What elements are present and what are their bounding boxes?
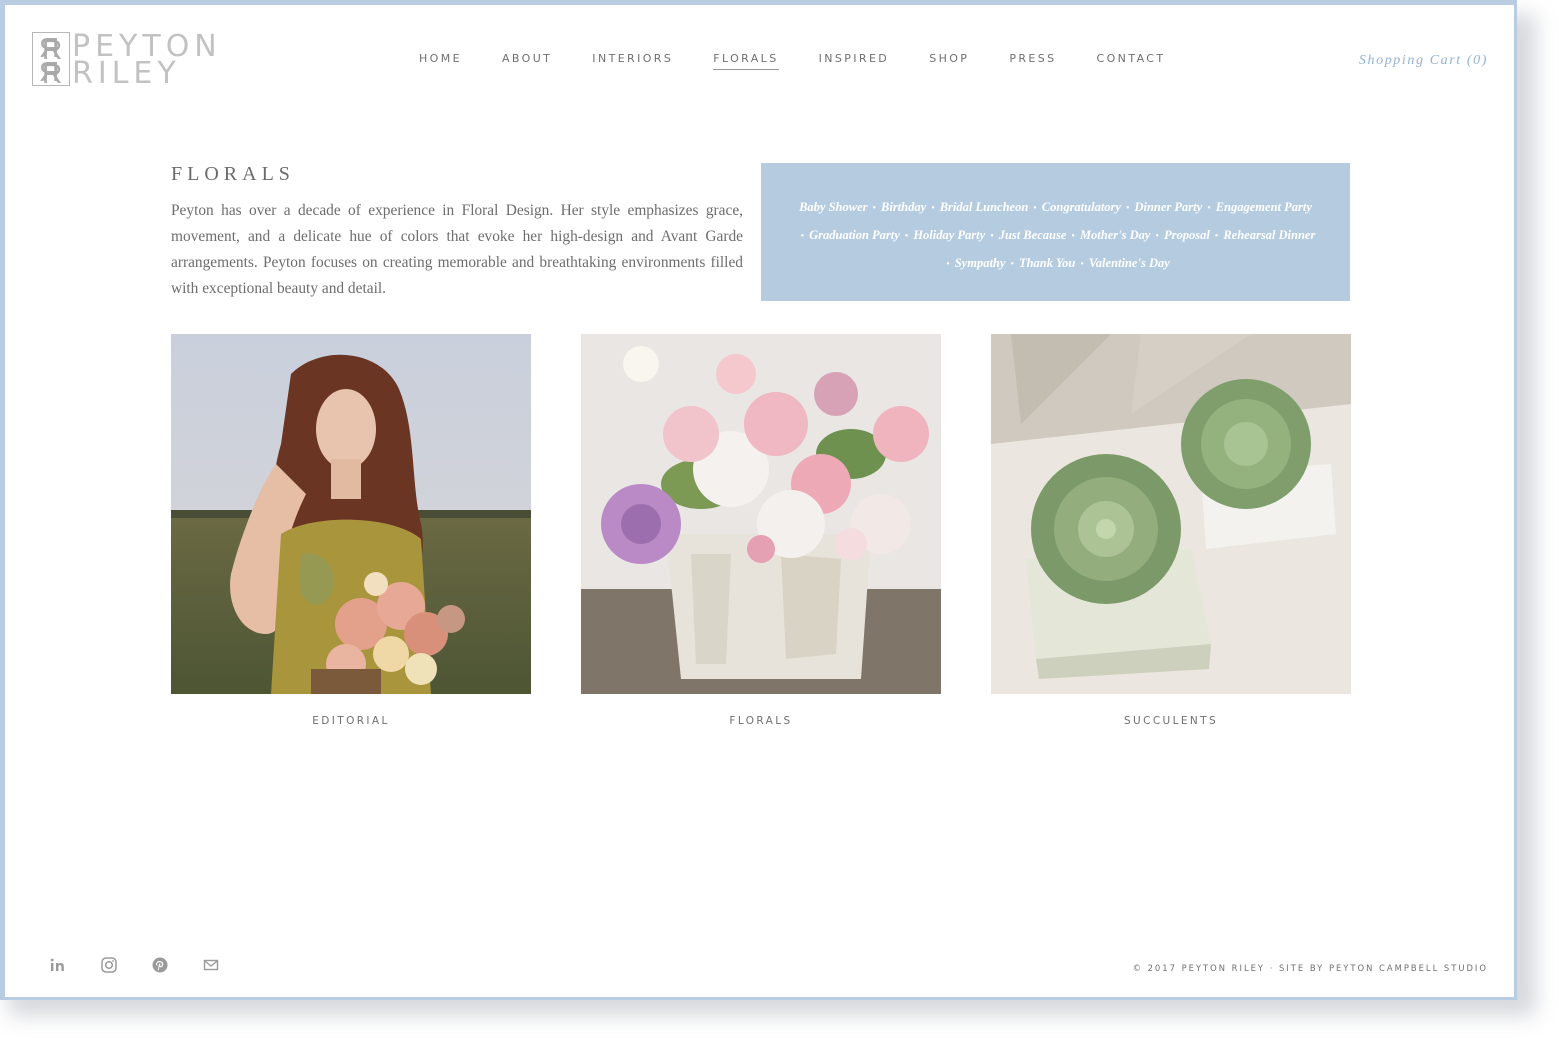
site-logo[interactable]: RR RR PEYTON RILEY	[32, 31, 232, 95]
occasion-link[interactable]: Holiday Party	[913, 228, 985, 242]
occasion-link[interactable]: Proposal	[1164, 228, 1210, 242]
caption-editorial[interactable]: EDITORIAL	[171, 715, 531, 727]
intro-paragraph: Peyton has over a decade of experience i…	[171, 202, 743, 297]
separator-dot: •	[931, 203, 935, 214]
occasion-link[interactable]: Baby Shower	[799, 200, 867, 214]
occasion-link[interactable]: Congratulatory	[1042, 200, 1121, 214]
nav-shop[interactable]: SHOP	[929, 52, 969, 70]
gallery-tile-succulents[interactable]	[991, 334, 1351, 694]
instagram-icon[interactable]	[100, 956, 118, 974]
occasions-panel: Baby Shower • Birthday • Bridal Luncheon • Con…	[761, 163, 1350, 301]
separator-dot: •	[1033, 203, 1037, 214]
main-nav: HOME ABOUT INTERIORS FLORALS INSPIRED SH…	[419, 52, 1166, 70]
separator-dot: •	[872, 203, 877, 214]
nav-inspired[interactable]: INSPIRED	[819, 52, 890, 70]
separator-dot: •	[946, 259, 950, 270]
logo-monogram-icon: RR RR	[32, 32, 70, 88]
occasion-link[interactable]: Valentine's Day	[1089, 256, 1170, 270]
editorial-image	[171, 334, 531, 694]
succulents-image	[991, 334, 1351, 694]
nav-interiors[interactable]: INTERIORS	[592, 52, 673, 70]
logo-line-2: RILEY	[72, 56, 181, 91]
linkedin-icon[interactable]	[49, 956, 67, 974]
separator-dot: •	[904, 231, 909, 242]
occasion-link[interactable]: Thank You	[1019, 256, 1075, 270]
nav-contact[interactable]: CONTACT	[1097, 52, 1166, 70]
separator-dot: •	[1010, 259, 1014, 270]
nav-press[interactable]: PRESS	[1009, 52, 1056, 70]
gallery-tile-florals[interactable]	[581, 334, 941, 694]
occasion-link[interactable]: Graduation Party	[809, 228, 900, 242]
occasion-link[interactable]: Bridal Luncheon	[940, 200, 1029, 214]
separator-dot: •	[1207, 203, 1211, 214]
gallery-tile-editorial[interactable]	[171, 334, 531, 694]
browser-frame: RR RR PEYTON RILEY HOME ABOUT INTERIORS …	[0, 0, 1517, 1000]
separator-dot: •	[1214, 231, 1219, 242]
email-icon[interactable]	[202, 956, 220, 974]
page-title: FLORALS	[171, 163, 295, 185]
shopping-cart-link[interactable]: Shopping Cart (0)	[1359, 53, 1488, 69]
nav-home[interactable]: HOME	[419, 52, 462, 70]
pinterest-icon[interactable]	[151, 956, 169, 974]
nav-about[interactable]: ABOUT	[502, 52, 552, 70]
caption-florals[interactable]: FLORALS	[581, 715, 941, 727]
occasion-link[interactable]: Just Because	[999, 228, 1067, 242]
social-links	[49, 956, 220, 974]
florals-image	[581, 334, 941, 694]
separator-dot: •	[1080, 259, 1084, 270]
footer-copyright: © 2017 PEYTON RILEY · SITE BY PEYTON CAM…	[1132, 963, 1488, 973]
nav-florals[interactable]: FLORALS	[713, 52, 779, 70]
caption-succulents[interactable]: SUCCULENTS	[991, 715, 1351, 727]
occasion-link[interactable]: Birthday	[881, 200, 926, 214]
separator-dot: •	[1125, 203, 1130, 214]
occasion-link[interactable]: Sympathy	[955, 256, 1006, 270]
occasion-link[interactable]: Dinner Party	[1134, 200, 1202, 214]
occasion-link[interactable]: Mother's Day	[1080, 228, 1151, 242]
page: RR RR PEYTON RILEY HOME ABOUT INTERIORS …	[5, 5, 1514, 997]
separator-dot: •	[1155, 231, 1159, 242]
separator-dot: •	[990, 231, 994, 242]
separator-dot: •	[800, 231, 805, 242]
occasion-link[interactable]: Engagement Party	[1216, 200, 1312, 214]
occasion-link[interactable]: Rehearsal Dinner	[1223, 228, 1315, 242]
separator-dot: •	[1071, 231, 1075, 242]
